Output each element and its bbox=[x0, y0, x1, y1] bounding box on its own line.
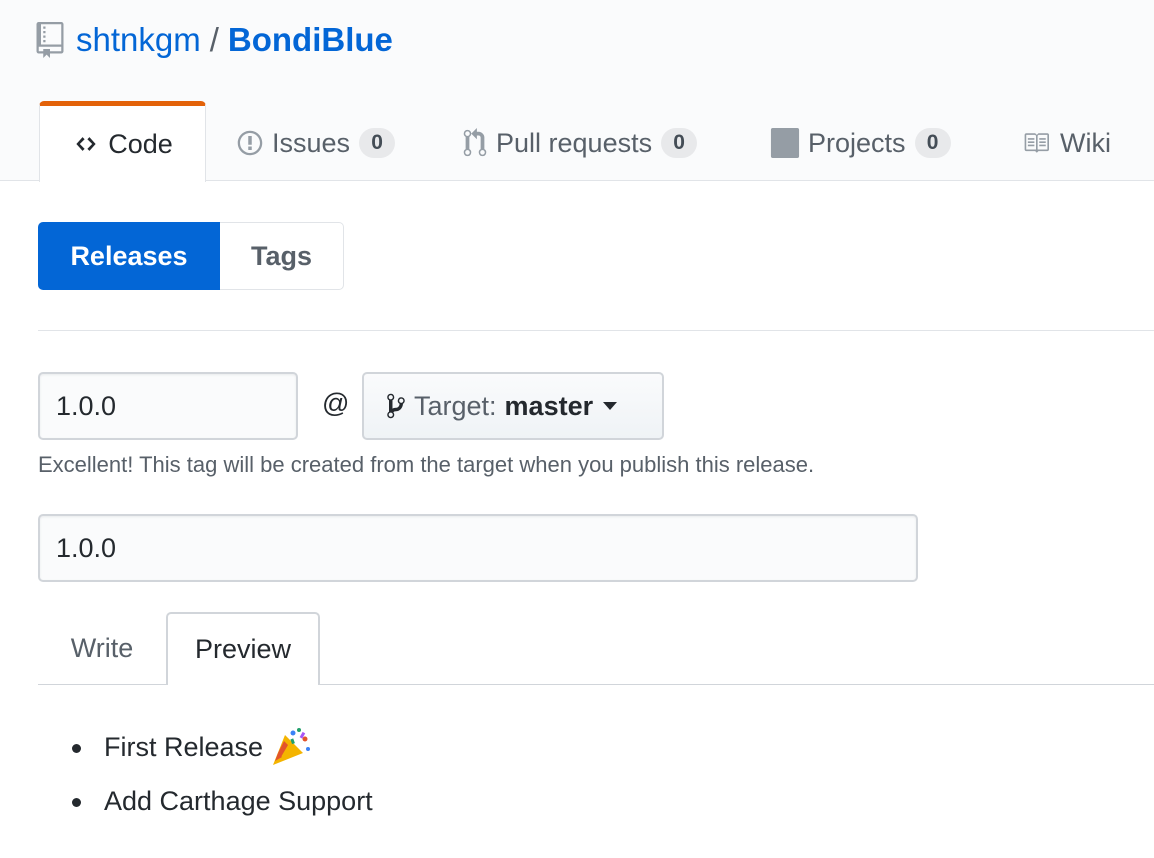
tab-pull-requests-label: Pull requests bbox=[496, 127, 653, 158]
repo-title: shtnkgm / BondiBlue bbox=[36, 18, 393, 62]
git-branch-icon bbox=[386, 392, 406, 420]
issue-opened-icon bbox=[236, 129, 264, 157]
tab-wiki-label: Wiki bbox=[1060, 127, 1111, 158]
pull-requests-counter: 0 bbox=[661, 128, 698, 158]
issues-counter: 0 bbox=[359, 128, 396, 158]
tab-pull-requests[interactable]: Pull requests 0 bbox=[462, 104, 698, 182]
book-icon bbox=[1020, 130, 1052, 156]
git-pull-request-icon bbox=[462, 128, 488, 158]
target-branch-name: master bbox=[504, 390, 594, 421]
projects-counter: 0 bbox=[914, 128, 951, 158]
section-divider bbox=[38, 330, 1154, 331]
bullet bbox=[72, 798, 81, 807]
target-branch-select[interactable]: Target: master bbox=[362, 372, 664, 440]
list-item-text: Add Carthage Support bbox=[104, 785, 373, 816]
tab-issues[interactable]: Issues 0 bbox=[236, 104, 396, 182]
list-item: First Release bbox=[72, 720, 373, 774]
tab-preview[interactable]: Preview bbox=[166, 612, 320, 685]
preview-list: First Release Add Carthage Support bbox=[72, 720, 373, 828]
tab-write[interactable]: Write bbox=[38, 612, 166, 685]
repo-icon bbox=[36, 22, 64, 58]
code-icon bbox=[72, 133, 100, 155]
tab-code[interactable]: Code bbox=[39, 101, 206, 182]
tab-issues-label: Issues bbox=[272, 127, 351, 158]
tab-wiki[interactable]: Wiki bbox=[1020, 104, 1111, 182]
repo-name-link[interactable]: BondiBlue bbox=[228, 21, 393, 59]
release-title-input[interactable]: 1.0.0 bbox=[38, 514, 918, 582]
target-label: Target: bbox=[414, 390, 497, 421]
repo-header: shtnkgm / BondiBlue Code Issues 0 Pull r… bbox=[0, 0, 1154, 182]
tab-code-label: Code bbox=[108, 128, 173, 159]
repo-owner-link[interactable]: shtnkgm bbox=[76, 21, 201, 59]
path-separator: / bbox=[209, 21, 219, 58]
project-icon bbox=[770, 128, 800, 158]
releases-button[interactable]: Releases bbox=[38, 222, 220, 290]
tab-projects-label: Projects bbox=[808, 127, 906, 158]
tab-projects[interactable]: Projects 0 bbox=[770, 104, 951, 182]
releases-subnav: Releases Tags bbox=[38, 222, 344, 290]
list-item: Add Carthage Support bbox=[72, 774, 373, 828]
chevron-down-icon bbox=[603, 402, 618, 410]
party-popper-icon bbox=[269, 727, 311, 767]
list-item-text: First Release bbox=[104, 731, 264, 762]
tag-version-input[interactable]: 1.0.0 bbox=[38, 372, 298, 440]
at-symbol: @ bbox=[322, 388, 350, 418]
tag-hint-text: Excellent! This tag will be created from… bbox=[38, 452, 815, 477]
tags-button[interactable]: Tags bbox=[220, 222, 344, 290]
bullet bbox=[72, 744, 81, 753]
